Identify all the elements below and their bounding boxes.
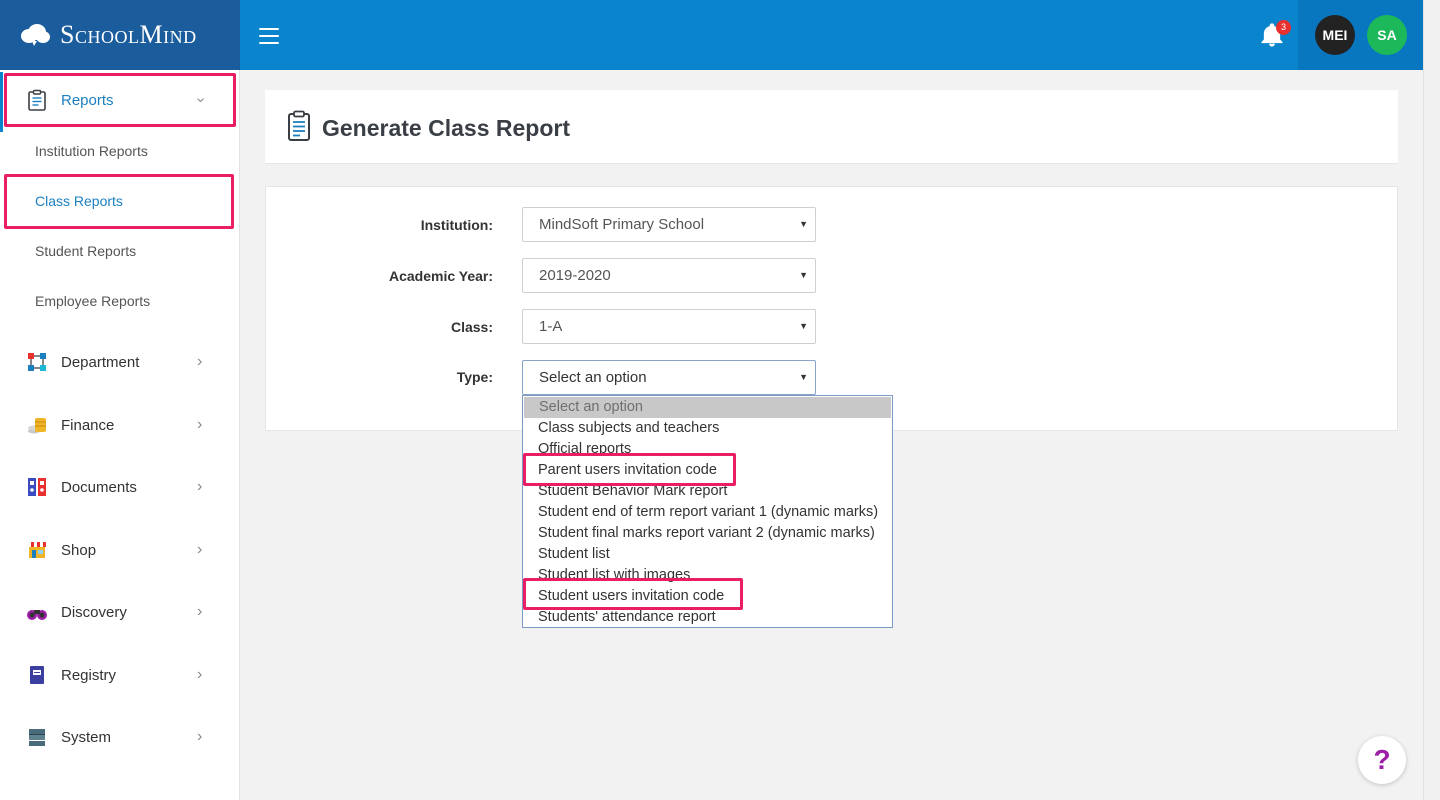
caret-down-icon: ▼ (799, 372, 808, 382)
academic-year-label: Academic Year: (388, 268, 493, 284)
type-option[interactable]: Class subjects and teachers (523, 418, 892, 439)
type-option-student-invitation[interactable]: Student users invitation code (523, 586, 892, 607)
class-value: 1-A (539, 318, 563, 335)
type-select[interactable]: Select an option ▼ (522, 360, 816, 395)
page-header-card: Generate Class Report (265, 90, 1398, 164)
binoculars-icon (27, 610, 47, 620)
academic-year-value: 2019-2020 (539, 267, 611, 284)
sidebar-item-department[interactable]: Department › (0, 338, 239, 386)
type-option[interactable]: Select an option (524, 397, 891, 418)
sidebar-item-reports[interactable]: Reports › (0, 76, 239, 124)
institution-value: MindSoft Primary School (539, 216, 705, 233)
clipboard-icon (288, 110, 310, 141)
chevron-right-icon: › (197, 728, 203, 745)
type-label: Type: (456, 369, 493, 385)
type-option[interactable]: Student list with images (523, 565, 892, 586)
sidebar-item-label: Documents (61, 478, 137, 496)
binders-icon (28, 478, 46, 496)
notification-count-badge: 3 (1276, 20, 1291, 35)
avatar-sa[interactable]: SA (1367, 15, 1407, 55)
registry-book-icon (30, 666, 44, 684)
type-option[interactable]: Student Behavior Mark report (523, 481, 892, 502)
sidebar-item-label: Finance (61, 416, 115, 434)
sidebar-sub-class-reports[interactable]: Class Reports (35, 193, 123, 209)
sidebar-item-shop[interactable]: Shop › (0, 526, 239, 574)
type-option[interactable]: Official reports (523, 439, 892, 460)
type-option[interactable]: Student end of term report variant 1 (dy… (523, 502, 892, 523)
brand-logo[interactable]: SchoolMind (0, 0, 240, 70)
sidebar-sub-institution-reports[interactable]: Institution Reports (35, 143, 148, 159)
page-title: Generate Class Report (322, 115, 570, 141)
shop-icon (28, 542, 46, 558)
avatar-mei[interactable]: MEI (1315, 15, 1355, 55)
sidebar-item-finance[interactable]: Finance › (0, 401, 239, 449)
chevron-down-icon: › (192, 97, 210, 103)
caret-down-icon: ▼ (799, 219, 808, 229)
chevron-right-icon: › (197, 416, 203, 433)
type-option[interactable]: Student final marks report variant 2 (dy… (523, 523, 892, 544)
chevron-right-icon: › (197, 478, 203, 495)
coins-icon (28, 418, 46, 434)
type-option-parent-invitation[interactable]: Parent users invitation code (523, 460, 892, 481)
sidebar-sub-student-reports[interactable]: Student Reports (35, 243, 136, 259)
type-option[interactable]: Students' attendance report (523, 607, 892, 628)
brand-name: SchoolMind (60, 20, 197, 49)
chevron-right-icon: › (197, 603, 203, 620)
clipboard-icon (28, 89, 46, 111)
server-stack-icon (29, 729, 45, 746)
academic-year-select[interactable]: 2019-2020 ▼ (522, 258, 816, 293)
department-icon (28, 353, 46, 371)
sidebar-item-label: Reports (61, 91, 114, 109)
sidebar-item-label: Discovery (61, 603, 127, 621)
top-bar: 3 MEI SA (240, 0, 1423, 70)
caret-down-icon: ▼ (799, 270, 808, 280)
sidebar-sub-employee-reports[interactable]: Employee Reports (35, 293, 150, 309)
caret-down-icon: ▼ (799, 321, 808, 331)
type-dropdown-list[interactable]: Select an option Class subjects and teac… (522, 395, 893, 628)
chevron-right-icon: › (197, 666, 203, 683)
user-avatars: MEI SA (1298, 0, 1423, 70)
sidebar-item-label: Department (61, 353, 140, 371)
menu-toggle-icon[interactable] (259, 28, 279, 44)
sidebar-item-label: Registry (61, 666, 117, 684)
class-label: Class: (450, 319, 493, 335)
institution-select[interactable]: MindSoft Primary School ▼ (522, 207, 816, 242)
sidebar: Reports › Institution Reports Class Repo… (0, 70, 240, 800)
sidebar-item-label: System (61, 728, 112, 746)
page-scrollbar[interactable] (1423, 0, 1440, 800)
sidebar-item-discovery[interactable]: Discovery › (0, 588, 239, 636)
chevron-right-icon: › (197, 353, 203, 370)
type-option[interactable]: Student list (523, 544, 892, 565)
institution-label: Institution: (420, 217, 493, 233)
class-select[interactable]: 1-A ▼ (522, 309, 816, 344)
sidebar-item-documents[interactable]: Documents › (0, 463, 239, 511)
cloud-logo-icon (21, 24, 50, 46)
chevron-right-icon: › (197, 541, 203, 558)
type-value: Select an option (539, 369, 647, 386)
sidebar-item-system[interactable]: System › (0, 713, 239, 761)
sidebar-item-registry[interactable]: Registry › (0, 651, 239, 699)
help-button[interactable]: ? (1358, 736, 1406, 784)
sidebar-item-label: Shop (61, 541, 97, 559)
